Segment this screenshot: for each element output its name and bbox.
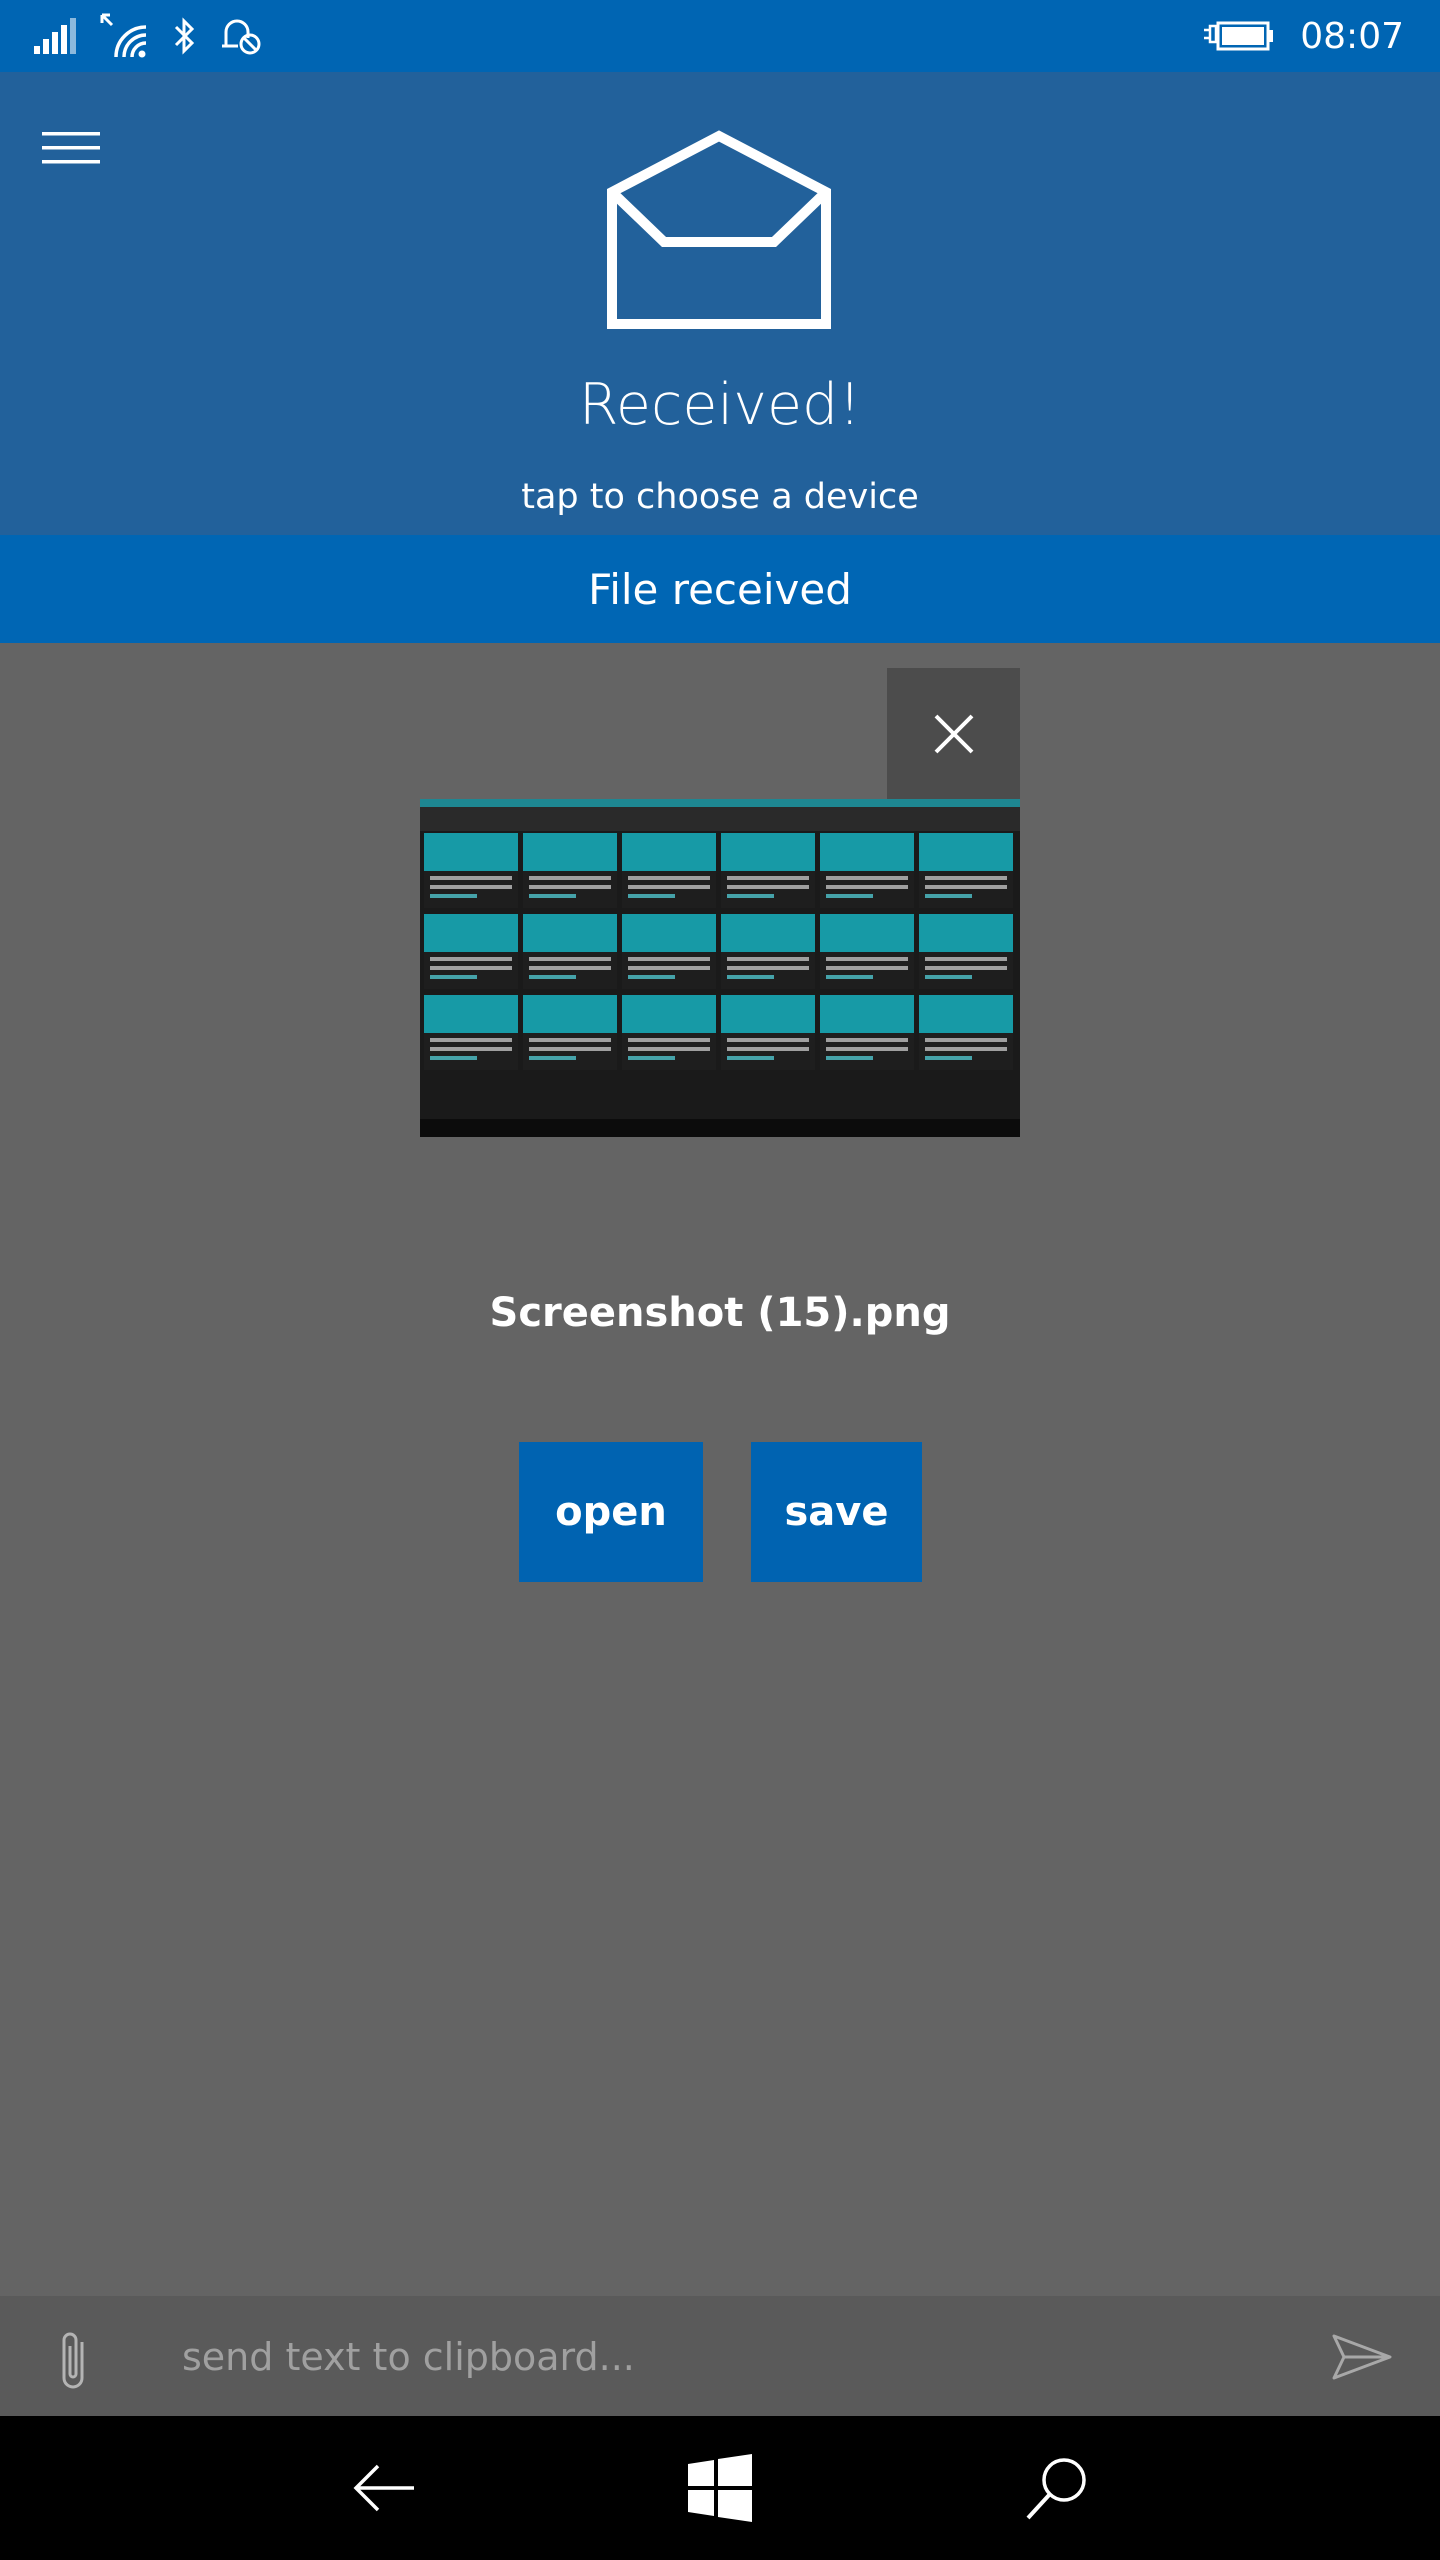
preview-tile <box>820 995 914 1070</box>
bluetooth-icon <box>174 17 195 55</box>
signal-icon <box>34 18 76 54</box>
file-name: Screenshot (15).png <box>489 1290 951 1336</box>
preview-tile <box>622 914 716 989</box>
preview-tile <box>721 995 815 1070</box>
windows-start-icon[interactable] <box>684 2452 756 2524</box>
close-preview-button[interactable] <box>887 668 1020 799</box>
navigation-bar <box>0 2416 1440 2560</box>
envelope-open-icon <box>607 130 831 329</box>
preview-tile <box>523 995 617 1070</box>
header: Received! tap to choose a device <box>0 72 1440 535</box>
received-title[interactable]: Received! <box>0 372 1440 438</box>
file-received-banner: File received <box>0 535 1440 643</box>
preview-tile <box>523 833 617 908</box>
quiet-hours-icon <box>222 19 261 55</box>
file-preview-thumbnail <box>420 799 1020 1137</box>
preview-tile <box>424 995 518 1070</box>
preview-tile <box>424 833 518 908</box>
preview-tile <box>820 833 914 908</box>
preview-tile <box>919 914 1013 989</box>
close-icon <box>934 714 973 753</box>
preview-tile <box>622 995 716 1070</box>
clock: 08:07 <box>1300 15 1404 57</box>
battery-charging-icon <box>1204 21 1274 51</box>
banner-text: File received <box>588 564 852 614</box>
save-button[interactable]: save <box>751 1442 922 1582</box>
send-icon[interactable] <box>1330 2330 1394 2384</box>
open-button[interactable]: open <box>519 1442 703 1582</box>
preview-tile <box>919 995 1013 1070</box>
status-bar: 08:07 <box>0 0 1440 72</box>
choose-device-hint[interactable]: tap to choose a device <box>0 477 1440 517</box>
preview-tile <box>919 833 1013 908</box>
search-icon[interactable] <box>1020 2452 1092 2524</box>
back-icon[interactable] <box>348 2452 420 2524</box>
paperclip-icon[interactable] <box>54 2328 94 2392</box>
preview-tile <box>721 833 815 908</box>
preview-tile <box>721 914 815 989</box>
wifi-icon <box>100 13 147 58</box>
preview-tile <box>820 914 914 989</box>
preview-tile <box>424 914 518 989</box>
preview-tile <box>622 833 716 908</box>
clipboard-bar <box>0 2296 1440 2416</box>
clipboard-text-input[interactable] <box>180 2322 1284 2392</box>
preview-tile <box>523 914 617 989</box>
hamburger-icon[interactable] <box>36 124 106 172</box>
